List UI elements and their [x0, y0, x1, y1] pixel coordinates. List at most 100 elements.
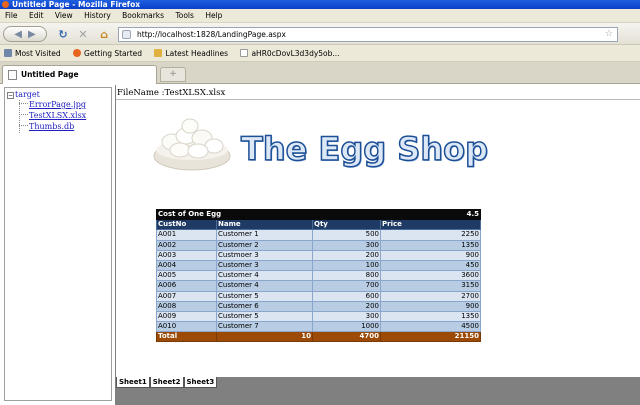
bookmark-label: Most Visited	[15, 49, 61, 58]
cost-row: Cost of One Egg 4.5	[155, 208, 482, 221]
menu-view[interactable]: View	[55, 11, 73, 20]
spreadsheet-viewer: FileName :TestXLSX.xlsx The Egg Shop Cos…	[116, 85, 640, 405]
bookmark-most-visited[interactable]: Most Visited	[4, 45, 61, 62]
cell-custno: A004	[156, 259, 217, 272]
sheet-tab-3[interactable]: Sheet3	[183, 377, 218, 388]
folder-icon	[4, 49, 12, 57]
cell-price: 450	[380, 259, 482, 272]
cell-price: 2250	[380, 229, 482, 241]
cell-custno: A001	[156, 229, 217, 241]
stop-icon[interactable]: ✕	[76, 26, 90, 42]
tree-root-node[interactable]: − target	[7, 90, 40, 99]
window-title: Untitled Page - Mozilla Firefox	[12, 0, 141, 9]
cell-custno: A008	[156, 300, 217, 312]
cell-price: 3600	[380, 270, 482, 282]
bookmark-encoded-url[interactable]: aHR0cDovL3d3dy5ob...	[240, 45, 340, 62]
table-row: A002 Customer 2 300 1350	[156, 239, 482, 251]
table-row: A005 Customer 4 800 3600	[156, 270, 482, 282]
header-divider	[116, 99, 640, 100]
tree-item-thumbs[interactable]: Thumbs.db	[19, 122, 74, 131]
sheet-tabs: Sheet1 Sheet2 Sheet3	[116, 377, 218, 389]
bookmark-latest-headlines[interactable]: Latest Headlines	[154, 45, 228, 62]
cell-qty: 800	[311, 270, 382, 282]
tab-untitled-page[interactable]: Untitled Page	[2, 65, 157, 84]
tree-root-label[interactable]: target	[15, 90, 40, 99]
cell-qty: 300	[311, 310, 382, 323]
menu-history[interactable]: History	[84, 11, 111, 20]
bookmark-label: Getting Started	[84, 49, 143, 58]
reload-icon[interactable]: ↻	[56, 26, 70, 42]
forward-icon[interactable]: ▶	[28, 29, 36, 40]
cell-custno: A005	[156, 270, 217, 282]
cell-custno: A009	[156, 310, 217, 323]
window-titlebar: Untitled Page - Mozilla Firefox	[0, 0, 640, 9]
total-count: 10	[216, 331, 313, 343]
cell-name: Custmoer 3	[216, 249, 313, 261]
menu-tools[interactable]: Tools	[175, 11, 193, 20]
table-row: A007 Customer 5 600 2700	[156, 290, 482, 302]
cell-price: 3150	[380, 280, 482, 292]
menu-file[interactable]: File	[5, 11, 18, 20]
url-text: http://localhost:1828/LandingPage.aspx	[137, 30, 286, 39]
tree-item-testxlsx[interactable]: TestXLSX.xlsx	[19, 111, 86, 120]
total-row: Total 10 4700 21150	[156, 331, 482, 343]
header-price: Price	[380, 219, 482, 231]
menu-edit[interactable]: Edit	[29, 11, 44, 20]
navigation-toolbar: ◀ ▶ ↻ ✕ ⌂ http://localhost:1828/LandingPa…	[0, 23, 640, 45]
cell-custno: A002	[156, 239, 217, 251]
cell-name: Customer 4	[216, 280, 313, 292]
cell-name: Customer 4	[216, 270, 313, 282]
table-row: A006 Customer 4 700 3150	[156, 280, 482, 292]
new-tab-button[interactable]: +	[160, 67, 186, 82]
bookmark-getting-started[interactable]: Getting Started	[73, 45, 142, 62]
sheet-tab-1[interactable]: Sheet1	[116, 377, 150, 388]
cell-name: Customer 5	[216, 310, 313, 323]
cell-name: Customer 3	[216, 259, 313, 272]
cell-name: Customer 2	[216, 239, 313, 251]
total-qty: 4700	[311, 331, 382, 343]
bookmark-label: Latest Headlines	[165, 49, 229, 58]
cell-qty: 700	[311, 280, 382, 292]
cell-price: 900	[380, 300, 482, 312]
table-row: A004 Customer 3 100 450	[156, 259, 482, 272]
cell-qty: 300	[311, 239, 382, 251]
collapse-icon[interactable]: −	[7, 92, 14, 99]
back-forward-buttons[interactable]: ◀ ▶	[3, 26, 47, 42]
cell-price: 4500	[380, 321, 482, 333]
firefox-icon	[73, 49, 82, 57]
menu-bookmarks[interactable]: Bookmarks	[122, 11, 164, 20]
cell-qty: 500	[311, 229, 382, 241]
cell-name: Customer 5	[216, 290, 313, 302]
home-icon[interactable]: ⌂	[97, 26, 111, 42]
bookmark-star-icon[interactable]: ☆	[605, 28, 613, 41]
cell-qty: 600	[311, 290, 382, 302]
shop-logo-text: The Egg Shop	[240, 130, 488, 168]
page-icon	[240, 49, 249, 57]
tab-label: Untitled Page	[21, 70, 79, 79]
sheet-tab-2[interactable]: Sheet2	[149, 377, 184, 388]
rss-folder-icon	[154, 49, 163, 57]
file-name-label: FileName :TestXLSX.xlsx	[117, 88, 226, 98]
header-custno: CustNo	[156, 219, 217, 231]
bookmark-label: aHR0cDovL3d3dy5ob...	[251, 49, 340, 58]
file-tree-panel: − target ErrorPage.jpg TestXLSX.xlsx Thum…	[4, 87, 112, 401]
cell-price: 2700	[380, 290, 482, 302]
cell-custno: A006	[156, 280, 217, 292]
site-identity-icon[interactable]	[122, 30, 131, 39]
cell-custno: A003	[156, 249, 217, 261]
cell-custno: A010	[156, 321, 217, 333]
page-content: − target ErrorPage.jpg TestXLSX.xlsx Thum…	[0, 85, 640, 405]
cell-qty: 1000	[311, 321, 382, 333]
cell-qty: 100	[311, 259, 382, 272]
cell-custno: A007	[156, 290, 217, 302]
tree-item-errorpage[interactable]: ErrorPage.jpg	[19, 100, 86, 109]
table-row: A008 Customer 6 200 900	[156, 300, 482, 312]
menu-bar: File Edit View History Bookmarks Tools H…	[0, 9, 640, 23]
cell-name: Customer 1	[216, 229, 313, 241]
back-icon[interactable]: ◀	[14, 29, 22, 40]
cell-price: 1350	[380, 239, 482, 251]
table-row: A010 Customer 7 1000 4500	[156, 321, 482, 333]
cell-price: 1350	[380, 310, 482, 323]
menu-help[interactable]: Help	[205, 11, 222, 20]
address-bar[interactable]: http://localhost:1828/LandingPage.aspx ☆	[118, 27, 618, 42]
